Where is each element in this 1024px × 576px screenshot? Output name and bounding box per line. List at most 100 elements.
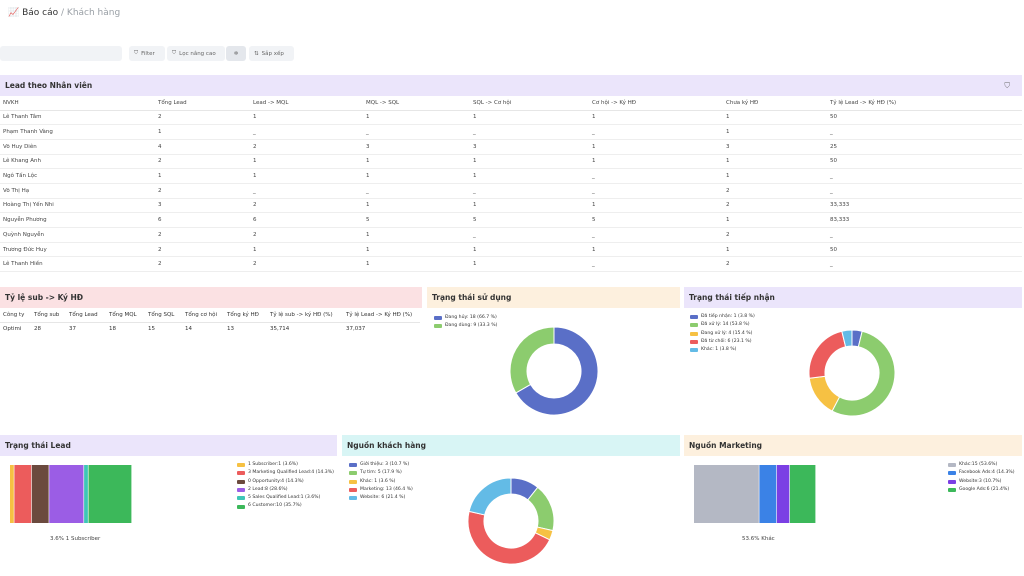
table-cell: 3: [155, 198, 250, 214]
table-cell: 1: [723, 168, 827, 184]
sort-icon: ⇅: [254, 50, 259, 57]
legend-item[interactable]: 0 Opportunity:4 (14.3%): [237, 478, 334, 486]
toolbar: ⛉ Filter ⛉ Lọc nâng cao ✲ ⇅ Sắp xếp: [0, 45, 1024, 63]
chart-legend: 1 Subscriber:1 (3.6%) 3 Marketing Qualifi…: [237, 461, 334, 511]
table-cell: 2: [155, 183, 250, 199]
table-cell: 2: [250, 256, 363, 273]
legend-swatch: [237, 496, 245, 501]
table-cell: 1: [589, 154, 723, 170]
table-cell: 33,333: [827, 198, 1022, 214]
column-header[interactable]: Tổng sub: [31, 308, 66, 323]
filter-button[interactable]: ⛉ Filter: [129, 46, 165, 61]
legend-item[interactable]: 2 Lead:8 (28.6%): [237, 486, 334, 494]
legend-item[interactable]: Facebook Ads:4 (14.3%): [948, 469, 1015, 477]
legend-item[interactable]: Khác:15 (53.6%): [948, 461, 1015, 469]
table-row[interactable]: Optimi 28 37 18 15 14 13 35,714 37,037: [0, 322, 420, 336]
column-header[interactable]: MQL -> SQL: [363, 96, 470, 111]
table-row[interactable]: Quỳnh Nguyễn 2 2 1 _ _ 2 _: [0, 227, 1022, 243]
table-cell: _: [363, 183, 470, 199]
legend-item[interactable]: 6 Customer:10 (35.7%): [237, 502, 334, 510]
column-header[interactable]: Tổng ký HĐ: [224, 308, 267, 323]
donut-slice[interactable]: [808, 375, 841, 412]
table-cell: _: [470, 183, 589, 199]
table-row[interactable]: Lê Thanh Tâm 2 1 1 1 1 1 50: [0, 110, 1022, 126]
column-header[interactable]: Tỷ lệ sub -> ký HĐ (%): [267, 308, 343, 323]
donut-slice[interactable]: [808, 330, 847, 379]
bar-segment[interactable]: [88, 465, 132, 523]
table-cell: _: [589, 168, 723, 184]
bar-segment[interactable]: [776, 465, 790, 523]
column-header[interactable]: Tổng Lead: [66, 308, 106, 323]
sparkle-button[interactable]: ✲: [226, 46, 246, 61]
filter-icon[interactable]: ⛉: [1004, 81, 1010, 91]
bar-segment[interactable]: [14, 465, 32, 523]
legend-label: 6 Customer:10 (35.7%): [248, 503, 302, 509]
table-cell: 4: [155, 139, 250, 155]
table-cell: 15: [148, 326, 155, 333]
table-cell: 50: [827, 154, 1022, 170]
bar-segment[interactable]: [10, 465, 14, 523]
table-cell: Trương Đức Huy: [0, 242, 155, 258]
legend-item[interactable]: 1 Subscriber:1 (3.6%): [237, 461, 334, 469]
column-header[interactable]: Tỷ lệ Lead -> Ký HĐ (%): [343, 308, 420, 323]
table-cell: _: [470, 227, 589, 243]
panel-title: Lead theo Nhân viên: [5, 81, 93, 90]
table-cell: 5: [470, 212, 589, 228]
table-cell: 18: [109, 326, 116, 333]
legend-item[interactable]: Website:3 (10.7%): [948, 478, 1015, 486]
sort-button[interactable]: ⇅ Sắp xếp: [249, 46, 294, 61]
table-row[interactable]: Nguyễn Phương 6 6 5 5 5 1 83,333: [0, 212, 1022, 228]
table-cell: Lê Thanh Tâm: [0, 110, 155, 126]
table-row[interactable]: Võ Huy Diên 4 2 3 3 1 3 25: [0, 139, 1022, 155]
donut-slice[interactable]: [468, 477, 512, 516]
donut-slice[interactable]: [509, 326, 555, 394]
bar-segment[interactable]: [694, 465, 759, 523]
table-row[interactable]: Võ Thị Hạ 2 _ _ _ _ 2 _: [0, 183, 1022, 199]
donut-slice[interactable]: [467, 510, 551, 565]
reception-donut-chart: [808, 329, 896, 417]
breadcrumb-root[interactable]: Báo cáo: [22, 8, 58, 18]
legend-item[interactable]: Google Ads:6 (21.4%): [948, 486, 1015, 494]
table-cell: 1: [363, 227, 470, 243]
column-header[interactable]: NVKH: [0, 96, 155, 111]
sub-to-contract-panel: Tỷ lệ sub -> Ký HĐ Công ty Tổng sub Tổng L…: [0, 287, 422, 427]
column-header[interactable]: Tỷ lệ Lead -> Ký HĐ (%): [827, 96, 1022, 111]
table-cell: 28: [34, 326, 41, 333]
table-cell: 5: [363, 212, 470, 228]
advanced-filter-button[interactable]: ⛉ Lọc nâng cao: [167, 46, 225, 61]
table-cell: 1: [155, 124, 250, 140]
column-header[interactable]: Cơ hội -> Ký HĐ: [589, 96, 723, 111]
table-row[interactable]: Ngô Tấn Lộc 1 1 1 1 _ 1 _: [0, 168, 1022, 184]
column-header[interactable]: Tổng SQL: [145, 308, 182, 323]
marketing-source-bar-chart: [694, 465, 816, 523]
column-header[interactable]: Công ty: [0, 308, 31, 323]
table-row[interactable]: Hoàng Thị Yến Nhi 3 2 1 1 1 2 33,333: [0, 198, 1022, 214]
legend-item[interactable]: 5 Sales Qualified Lead:1 (3.6%): [237, 494, 334, 502]
panel-header: Tỷ lệ sub -> Ký HĐ: [0, 287, 422, 308]
table-cell: 3: [723, 139, 827, 155]
bar-segment[interactable]: [31, 465, 49, 523]
column-header[interactable]: Tổng MQL: [106, 308, 145, 323]
table-row[interactable]: Lê Thanh Hiền 2 2 1 1 _ 2 _: [0, 256, 1022, 273]
table-cell: 2: [723, 198, 827, 214]
table-row[interactable]: Phạm Thanh Vàng 1 _ _ _ _ 1 _: [0, 124, 1022, 140]
table-row[interactable]: Lê Khang Anh 2 1 1 1 1 1 50: [0, 154, 1022, 170]
bar-segment[interactable]: [789, 465, 816, 523]
legend-swatch: [237, 488, 245, 493]
column-header[interactable]: Tổng cơ hội: [182, 308, 224, 323]
legend-item[interactable]: 3 Marketing Qualified Lead:4 (14.3%): [237, 469, 334, 477]
bar-segment[interactable]: [759, 465, 777, 523]
column-header[interactable]: SQL -> Cơ hội: [470, 96, 589, 111]
column-header[interactable]: Lead -> MQL: [250, 96, 363, 111]
column-header[interactable]: Chưa ký HĐ: [723, 96, 827, 111]
search-input[interactable]: [0, 46, 122, 61]
table-cell: 1: [250, 242, 363, 258]
table-cell: 1: [723, 154, 827, 170]
table-row[interactable]: Trương Đức Huy 2 1 1 1 1 1 50: [0, 242, 1022, 258]
table-cell: 1: [470, 110, 589, 126]
sort-label: Sắp xếp: [261, 50, 284, 57]
bar-segment[interactable]: [84, 465, 88, 523]
table-cell: _: [827, 124, 1022, 140]
bar-segment[interactable]: [49, 465, 84, 523]
column-header[interactable]: Tổng Lead: [155, 96, 250, 111]
